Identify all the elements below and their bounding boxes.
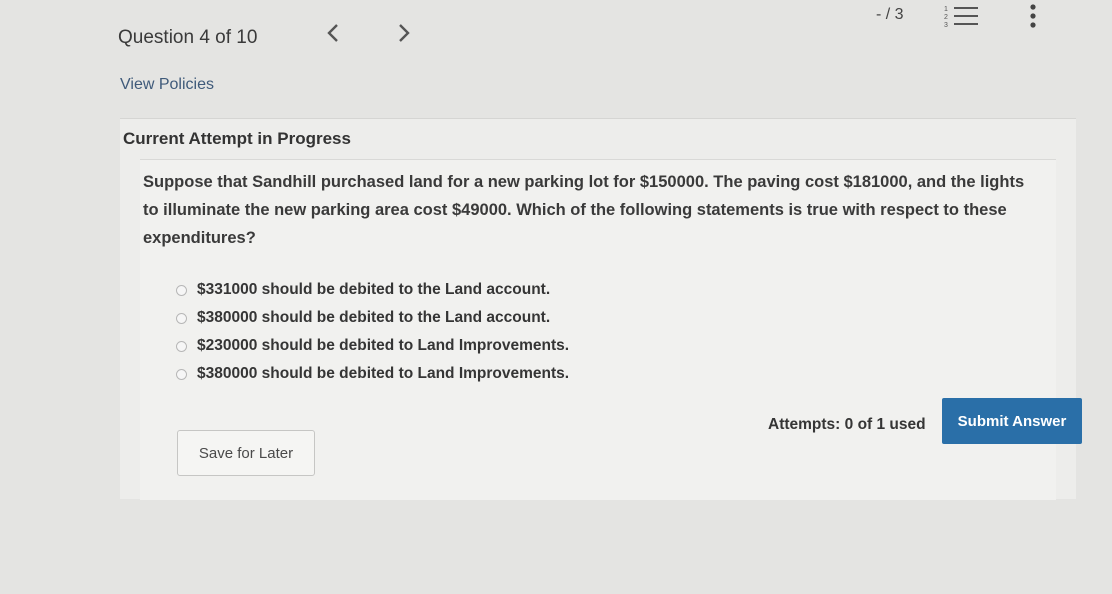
radio-button[interactable] <box>176 340 187 352</box>
view-policies-link[interactable]: View Policies <box>120 76 214 94</box>
question-text: Suppose that Sandhill purchased land for… <box>143 173 1025 247</box>
radio-button[interactable] <box>176 368 187 380</box>
answer-options: $331000 should be debited to the Land ac… <box>176 276 569 388</box>
question-box: Suppose that Sandhill purchased land for… <box>140 159 1082 500</box>
submit-answer-button[interactable]: Submit Answer <box>942 398 1082 444</box>
svg-text:3: 3 <box>944 22 948 29</box>
option-label: $380000 should be debited to Land Improv… <box>197 365 570 382</box>
chevron-left-icon <box>327 24 338 42</box>
svg-text:2: 2 <box>944 14 948 21</box>
attempts-counter: Attempts: 0 of 1 used <box>768 416 926 433</box>
score-display: - / 3 <box>876 6 904 23</box>
option-label: $230000 should be debited to Land Improv… <box>197 337 570 354</box>
question-list-button[interactable]: 1 2 3 <box>944 2 980 30</box>
radio-button[interactable] <box>176 312 187 324</box>
question-counter: Question 4 of 10 <box>118 27 258 48</box>
previous-question-button[interactable] <box>318 18 348 48</box>
numbered-list-icon: 1 2 3 <box>944 6 978 29</box>
top-bar: Question 4 of 10 - / 3 1 2 3 <box>0 0 1112 60</box>
radio-button[interactable] <box>176 284 187 296</box>
save-for-later-button[interactable]: Save for Later <box>177 430 315 476</box>
option-label: $380000 should be debited to the Land ac… <box>197 309 551 326</box>
more-options-button[interactable] <box>1026 2 1040 30</box>
vertical-dots-icon <box>1030 4 1036 28</box>
option-label: $331000 should be debited to the Land ac… <box>197 281 551 298</box>
next-question-button[interactable] <box>389 18 419 48</box>
attempt-status-title: Current Attempt in Progress <box>123 129 351 148</box>
chevron-right-icon <box>399 24 410 42</box>
answer-option[interactable]: $380000 should be debited to the Land ac… <box>176 304 569 332</box>
answer-option[interactable]: $380000 should be debited to Land Improv… <box>176 360 569 388</box>
svg-text:1: 1 <box>944 6 948 13</box>
answer-option[interactable]: $331000 should be debited to the Land ac… <box>176 276 569 304</box>
attempt-panel: Current Attempt in Progress Suppose that… <box>120 118 1082 500</box>
answer-option[interactable]: $230000 should be debited to Land Improv… <box>176 332 569 360</box>
